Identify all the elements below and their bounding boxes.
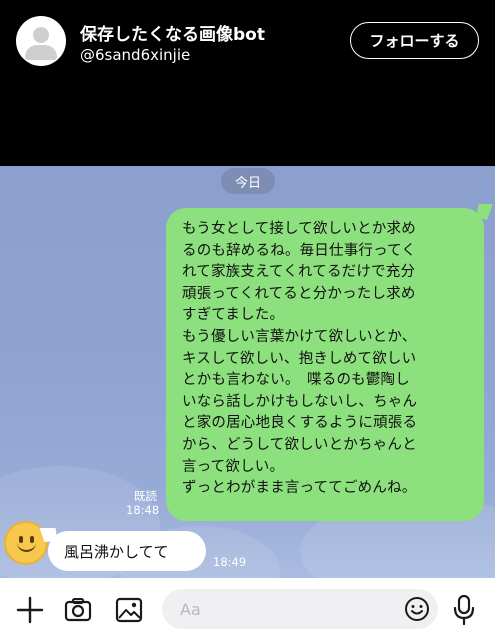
incoming-message-bubble[interactable]: 風呂沸かしてて <box>48 531 206 571</box>
screenshot: 保存したくなる画像bot @6sand6xinjie フォローする 今日 もう女… <box>0 0 495 640</box>
message-line: いなら話しかけもしないし、ちゃん <box>182 393 418 410</box>
message-input-bar <box>0 578 495 640</box>
message-line: すぎてました。 <box>182 307 285 324</box>
message-line: もう女として接して欲しいとか求め <box>182 221 416 237</box>
message-text-field[interactable] <box>162 589 438 629</box>
message-line: 頑張ってくれてると分かったし求め <box>182 285 416 302</box>
message-line: とかも言わない。 喋るのも鬱陶し <box>182 372 410 389</box>
image-icon[interactable] <box>115 597 143 623</box>
incoming-timestamp: 18:49 <box>213 555 247 569</box>
message-input[interactable] <box>180 597 390 621</box>
account-name[interactable]: 保存したくなる画像bot <box>80 20 265 45</box>
account-header: 保存したくなる画像bot @6sand6xinjie フォローする <box>0 0 495 166</box>
message-line: キスして欲しい、抱きしめて欲しい <box>182 350 417 367</box>
message-line: 言って欲しい。 <box>182 458 285 475</box>
follow-button[interactable]: フォローする <box>350 22 479 59</box>
camera-icon[interactable] <box>64 597 92 623</box>
chat-area[interactable]: 今日 もう女として接して欲しいとか求め るのも辞めるね。毎日仕事行ってく れて家… <box>0 166 495 578</box>
message-line: ずっとわがまま言っててごめんね。 <box>182 480 417 497</box>
account-handle: @6sand6xinjie <box>80 46 191 64</box>
outgoing-timestamp: 18:48 <box>126 503 160 517</box>
message-line: もう優しい言葉かけて欲しいとか、 <box>182 328 417 345</box>
default-user-icon <box>16 16 66 66</box>
message-line: から、どうして欲しいとかちゃんと <box>182 436 417 453</box>
message-line: るのも辞めるね。毎日仕事行ってく <box>182 242 417 259</box>
date-separator: 今日 <box>221 168 275 194</box>
incoming-message-text: 風呂沸かしてて <box>64 542 169 561</box>
account-avatar[interactable] <box>16 16 66 66</box>
outgoing-message-bubble[interactable]: もう女として接して欲しいとか求め るのも辞めるね。毎日仕事行ってく れて家族支え… <box>166 208 484 521</box>
message-line: と家の居心地良くするように頑張る <box>182 415 418 432</box>
microphone-icon[interactable] <box>452 594 476 626</box>
read-receipt: 既読 <box>134 489 157 503</box>
message-line: れて家族支えてくれてるだけで充分 <box>182 264 416 281</box>
plus-icon[interactable] <box>16 596 44 624</box>
emoji-icon[interactable] <box>404 596 430 622</box>
